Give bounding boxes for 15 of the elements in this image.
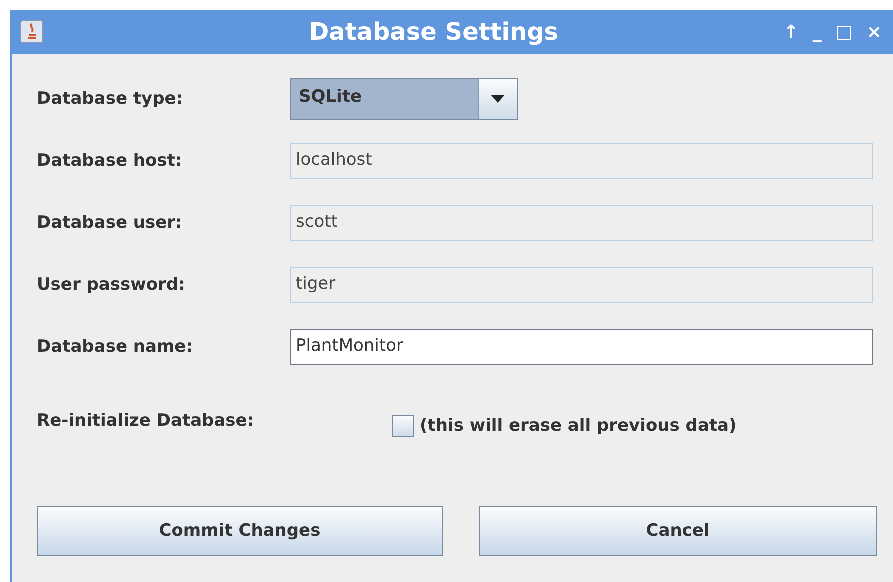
app-icon — [20, 20, 44, 44]
field-label: Database type: — [37, 89, 184, 109]
field-label: Database user: — [37, 213, 184, 233]
input-field[interactable]: PlantMonitor — [290, 329, 873, 365]
field-label: Database name: — [37, 337, 194, 357]
commit-button[interactable]: Commit Changes — [37, 506, 443, 556]
checkbox[interactable] — [392, 415, 414, 437]
caret-icon — [491, 95, 505, 103]
window-title: Database Settings — [308, 18, 560, 46]
database-type-dropdown[interactable]: SQLite — [290, 78, 518, 120]
cancel-button[interactable]: Cancel — [479, 506, 877, 556]
field-label: Database host: — [37, 151, 184, 171]
field-label: User password: — [37, 275, 186, 295]
field-label: Re-initialize Database: — [37, 411, 256, 431]
checkbox-label: (this will erase all previous data) — [420, 416, 737, 436]
